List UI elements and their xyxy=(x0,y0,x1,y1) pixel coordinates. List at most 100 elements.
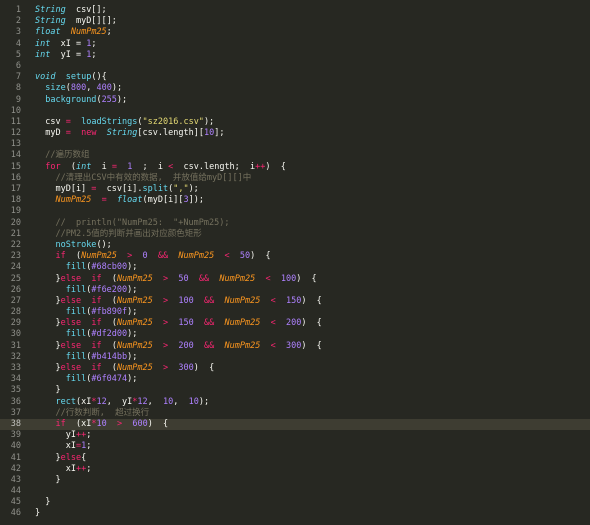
code-line[interactable]: 36 rect(xI*12, yI*12, 10, 10); xyxy=(0,397,590,408)
code-area[interactable]: 1 String csv[]; 2 String myD[][]; 3 float Num… xyxy=(0,5,590,520)
code-line[interactable]: 21 //PM2.5值的判断并画出对应颜色矩形 xyxy=(0,229,590,240)
code-line[interactable]: 44 xyxy=(0,486,590,497)
code-token: , xyxy=(147,396,164,407)
code-line[interactable]: 30 fill(#df2d00); xyxy=(0,329,590,340)
code-text: rect(xI*12, yI*12, 10, 10); xyxy=(35,397,209,408)
code-line[interactable]: 45 } xyxy=(0,497,590,508)
code-token: noStroke xyxy=(55,239,97,250)
code-token: String xyxy=(35,16,66,27)
code-line[interactable]: 4 int xI = 1; xyxy=(0,39,590,50)
code-line[interactable]: 11 csv = loadStrings("sz2016.csv"); xyxy=(0,117,590,128)
line-number: 44 xyxy=(10,486,21,497)
code-token: ( xyxy=(60,161,76,172)
code-token: if xyxy=(55,418,66,429)
code-line[interactable]: 33 }else if (NumPm25 > 300) { xyxy=(0,363,590,374)
code-token: [csv.length][ xyxy=(137,128,204,139)
code-token: #df2d00 xyxy=(91,329,128,340)
code-line[interactable]: 37 //行数判断, 超过换行 xyxy=(0,408,590,419)
code-line[interactable]: 10 xyxy=(0,106,590,117)
code-line[interactable]: 18 NumPm25 = float(myD[i][3]); xyxy=(0,195,590,206)
code-text: } xyxy=(35,497,50,508)
code-line[interactable]: 32 fill(#b414bb); xyxy=(0,352,590,363)
code-token: (myD[i][ xyxy=(142,195,184,206)
code-token: for xyxy=(45,161,61,172)
code-line[interactable]: 20 // println("NumPm25: "+NumPm25); xyxy=(0,218,590,229)
line-number: 40 xyxy=(10,441,21,452)
code-token: 600 xyxy=(132,418,148,429)
code-token: ); xyxy=(116,94,128,105)
line-number: 22 xyxy=(10,239,21,250)
code-line[interactable]: 1 String csv[]; xyxy=(0,5,590,16)
code-line[interactable]: 31 }else if (NumPm25 > 200 && NumPm25 < … xyxy=(0,341,590,352)
code-line[interactable]: 9 background(255); xyxy=(0,95,590,106)
code-text: //PM2.5值的判断并画出对应颜色矩形 xyxy=(35,229,201,240)
code-line[interactable]: 41 }else{ xyxy=(0,453,590,464)
code-line[interactable]: 29 }else if (NumPm25 > 150 && NumPm25 < … xyxy=(0,318,590,329)
code-line[interactable]: 34 fill(#6f0474); xyxy=(0,374,590,385)
code-token: && xyxy=(204,318,215,329)
code-line[interactable]: 3 float NumPm25; xyxy=(0,27,590,38)
code-line[interactable]: 14 //遍历数组 xyxy=(0,150,590,161)
code-token: else xyxy=(60,363,82,373)
code-line[interactable]: 43 } xyxy=(0,475,590,486)
line-number: 21 xyxy=(10,228,21,239)
code-token: String xyxy=(35,5,66,15)
code-token: && xyxy=(157,251,169,262)
code-token: fill xyxy=(65,374,87,385)
code-token: } xyxy=(35,474,61,485)
code-line[interactable]: 17 myD[i] = csv[i].split(","); xyxy=(0,184,590,195)
code-line[interactable]: 42 xI++; xyxy=(0,464,590,475)
code-line[interactable]: 16 //清理出CSV中有效的数据, 并放值给myD[][]中 xyxy=(0,173,590,184)
code-token: 200 xyxy=(178,340,194,351)
code-line[interactable]: 15 for (int i = 1 ; i < csv.length; i++)… xyxy=(0,162,590,173)
code-token: #b414bb xyxy=(91,351,128,362)
code-line[interactable]: 8 size(800, 400); xyxy=(0,83,590,94)
code-line[interactable]: 38 if (xI*10 > 600) { xyxy=(0,418,590,431)
code-line[interactable]: 23 if (NumPm25 > 0 && NumPm25 < 50) { xyxy=(0,251,590,262)
code-line[interactable]: 27 }else if (NumPm25 > 100 && NumPm25 < … xyxy=(0,296,590,307)
code-line[interactable]: 40 xI=1; xyxy=(0,441,590,452)
code-line[interactable]: 35 } xyxy=(0,385,590,396)
code-text: }else if (NumPm25 > 50 && NumPm25 < 100)… xyxy=(35,274,316,285)
code-editor[interactable]: 1 String csv[]; 2 String myD[][]; 3 float Num… xyxy=(0,0,590,525)
code-line[interactable]: 13 xyxy=(0,139,590,150)
code-line[interactable]: 24 fill(#68cb00); xyxy=(0,262,590,273)
code-token: else xyxy=(60,452,82,463)
code-line[interactable]: 26 fill(#f6e200); xyxy=(0,285,590,296)
code-line[interactable]: 19 xyxy=(0,206,590,217)
code-text: //清理出CSV中有效的数据, 并放值给myD[][]中 xyxy=(35,173,251,184)
code-line[interactable]: 12 myD = new String[csv.length][10]; xyxy=(0,128,590,139)
code-line[interactable]: 5 int yI = 1; xyxy=(0,50,590,61)
code-line[interactable]: 46} xyxy=(0,508,590,519)
line-number: 35 xyxy=(10,385,21,396)
code-line[interactable]: 7 void setup(){ xyxy=(0,72,590,83)
line-number: 5 xyxy=(15,49,21,60)
code-token: myD[][]; xyxy=(65,16,117,27)
code-token: else xyxy=(60,340,82,351)
code-token: 150 xyxy=(285,295,302,306)
code-token: ; xyxy=(91,38,97,49)
line-number: 3 xyxy=(15,27,21,38)
code-token: 150 xyxy=(178,318,194,329)
line-number: 6 xyxy=(15,60,21,71)
code-line[interactable]: 25 }else if (NumPm25 > 50 && NumPm25 < 1… xyxy=(0,274,590,285)
code-text: if (NumPm25 > 0 && NumPm25 < 50) { xyxy=(35,251,270,262)
code-line[interactable]: 39 yI++; xyxy=(0,430,590,441)
code-token: 100 xyxy=(178,295,194,306)
code-token: #f6e200 xyxy=(91,284,128,295)
code-line[interactable]: 28 fill(#fb890f); xyxy=(0,307,590,318)
code-token: ++ xyxy=(75,463,87,474)
code-token: ) { xyxy=(265,161,286,172)
code-line[interactable]: 22 noStroke(); xyxy=(0,240,590,251)
code-line[interactable]: 6 xyxy=(0,61,590,72)
line-number: 18 xyxy=(10,195,21,206)
code-line[interactable]: 2 String myD[][]; xyxy=(0,16,590,27)
